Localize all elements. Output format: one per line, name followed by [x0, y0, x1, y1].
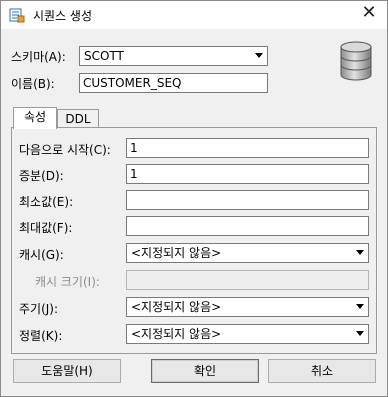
order-label: 정렬(K):: [19, 329, 63, 343]
cycle-label: 주기(J):: [19, 302, 59, 316]
database-icon: [340, 41, 372, 81]
chevron-down-icon: [356, 331, 364, 336]
ok-button[interactable]: 확인: [151, 359, 259, 383]
schema-select-value: SCOTT: [84, 49, 124, 63]
tab-ddl[interactable]: DDL: [57, 109, 99, 129]
max-value-input[interactable]: [126, 216, 369, 236]
cache-select[interactable]: <지정되지 않음>: [126, 243, 369, 263]
start-with-input[interactable]: 1: [126, 138, 369, 158]
name-label: 이름(B):: [11, 77, 55, 91]
cache-size-label: 캐시 크기(I):: [35, 275, 100, 289]
chevron-down-icon: [356, 250, 364, 255]
cache-select-value: <지정되지 않음>: [131, 246, 222, 260]
max-value-label: 최대값(F):: [19, 221, 73, 235]
increment-input[interactable]: 1: [126, 164, 369, 184]
schema-label: 스키마(A):: [11, 50, 66, 64]
sequence-icon: [9, 8, 25, 23]
tab-properties[interactable]: 속성: [13, 107, 57, 129]
properties-panel: [11, 127, 377, 354]
order-select[interactable]: <지정되지 않음>: [126, 324, 369, 344]
cycle-select-value: <지정되지 않음>: [131, 300, 222, 314]
cancel-button[interactable]: 취소: [268, 359, 376, 383]
chevron-down-icon: [356, 304, 364, 309]
increment-label: 증분(D):: [19, 169, 64, 183]
create-sequence-dialog: 시퀀스 생성 ✕ 스키마(A): SCOTT 이름(B): CUSTOMER_S…: [0, 0, 388, 397]
help-button[interactable]: 도움말(H): [13, 359, 121, 383]
order-select-value: <지정되지 않음>: [131, 327, 222, 341]
cache-size-input[interactable]: [126, 270, 369, 290]
dialog-title: 시퀀스 생성: [33, 9, 93, 23]
schema-select[interactable]: SCOTT: [79, 46, 268, 66]
cycle-select[interactable]: <지정되지 않음>: [126, 297, 369, 317]
chevron-down-icon: [255, 53, 263, 58]
title-bar[interactable]: 시퀀스 생성 ✕: [1, 1, 387, 29]
name-input[interactable]: CUSTOMER_SEQ: [79, 73, 268, 93]
cache-label: 캐시(G):: [19, 248, 64, 262]
close-icon[interactable]: ✕: [357, 3, 381, 25]
start-with-label: 다음으로 시작(C):: [19, 143, 111, 157]
min-value-input[interactable]: [126, 190, 369, 210]
min-value-label: 최소값(E):: [19, 195, 74, 209]
